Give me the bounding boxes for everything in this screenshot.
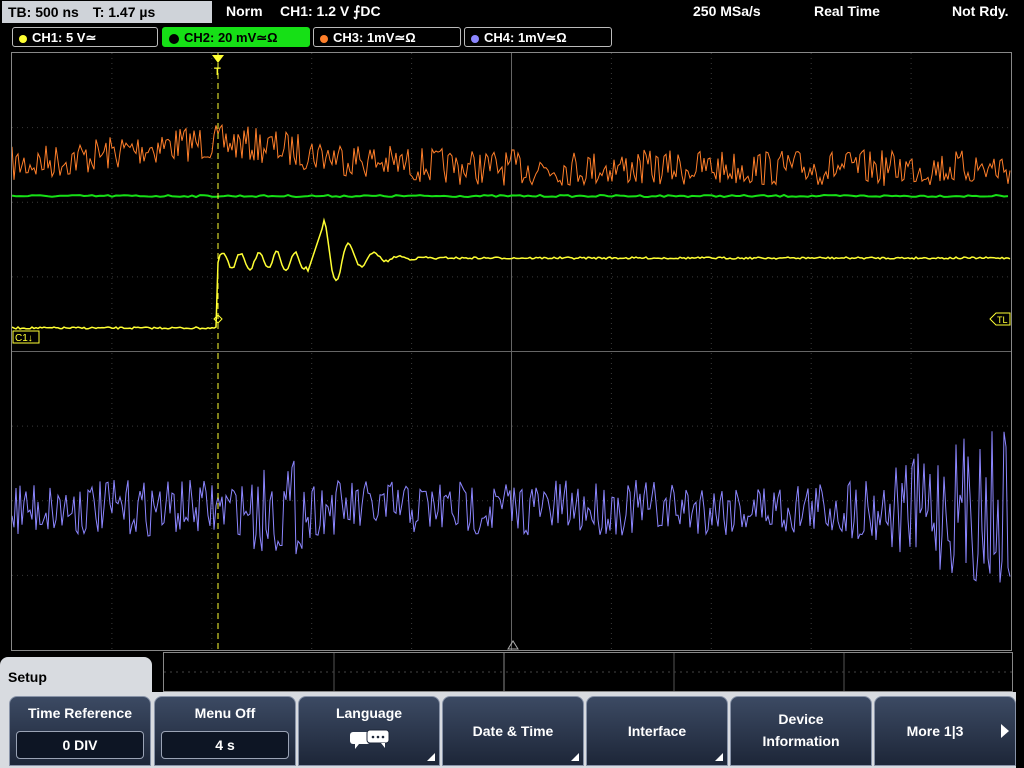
submenu-corner-icon — [715, 753, 723, 761]
interface-button[interactable]: Interface — [586, 696, 728, 766]
channel-tab-ch1[interactable]: CH1: 5 V≃ — [12, 27, 158, 47]
device-info-label-line1: Device — [778, 711, 824, 727]
graticule — [12, 53, 1011, 650]
ch4-dot-icon — [471, 34, 479, 43]
trigger-info[interactable]: CH1: 1.2 V ⨍DC — [280, 3, 381, 20]
arrow-right-icon — [1001, 724, 1009, 738]
zoom-strip-grid — [164, 653, 1012, 691]
channel-tab-ch3[interactable]: CH3: 1mV≃Ω — [313, 27, 461, 47]
menu-off-button[interactable]: Menu Off 4 s — [154, 696, 296, 766]
trigger-level-marker[interactable]: TL — [989, 312, 1011, 326]
speech-bubbles-icon — [350, 729, 390, 749]
channel-tab-ch2[interactable]: CH2: 20 mV≃Ω — [162, 27, 310, 47]
status-bar: TB: 500 ns T: 1.47 µs Norm CH1: 1.2 V ⨍D… — [0, 0, 1024, 25]
center-marker-icon — [507, 640, 519, 650]
language-button[interactable]: Language — [298, 696, 440, 766]
ch1-dot-icon — [19, 34, 27, 43]
ch1-reference-marker[interactable]: C1↓ — [12, 330, 40, 344]
date-time-label: Date & Time — [472, 723, 554, 739]
sample-rate: 250 MSa/s — [693, 3, 761, 19]
acquisition-mode: Real Time — [814, 3, 880, 19]
waveform-display[interactable]: T C1↓ TL — [11, 52, 1012, 651]
device-info-label-line2: Information — [762, 733, 840, 749]
menu-title: Setup — [8, 669, 47, 685]
trigger-level-label: TL — [997, 315, 1008, 325]
submenu-corner-icon — [571, 753, 579, 761]
more-label: More 1|3 — [906, 723, 964, 739]
waveform-canvas: T C1↓ TL — [12, 53, 1011, 650]
more-button[interactable]: More 1|3 — [874, 696, 1016, 766]
zoom-strip — [163, 652, 1013, 692]
ch1-label: CH1: 5 V≃ — [32, 30, 97, 45]
menu-off-value: 4 s — [161, 731, 289, 759]
timebase-box[interactable]: TB: 500 ns T: 1.47 µs — [2, 1, 212, 23]
trigger-mode[interactable]: Norm — [226, 3, 263, 19]
interface-label: Interface — [627, 723, 687, 739]
channel-tabs: CH1: 5 V≃ CH2: 20 mV≃Ω CH3: 1mV≃Ω CH4: 1… — [0, 26, 1024, 48]
trigger-pos-label: T — [214, 66, 221, 78]
ch1-marker-label: C1↓ — [15, 333, 33, 344]
ch4-label: CH4: 1mV≃Ω — [484, 30, 567, 45]
readiness-status: Not Rdy. — [952, 3, 1009, 19]
time-reference-value: 0 DIV — [16, 731, 144, 759]
menu-off-label: Menu Off — [194, 705, 256, 721]
submenu-corner-icon — [427, 753, 435, 761]
language-label: Language — [335, 705, 403, 721]
menu-title-tab: Setup — [0, 657, 152, 697]
device-information-button[interactable]: Device Information — [730, 696, 872, 766]
channel-tab-ch4[interactable]: CH4: 1mV≃Ω — [464, 27, 612, 47]
time-reference-label: Time Reference — [27, 705, 132, 721]
time-reference-button[interactable]: Time Reference 0 DIV — [9, 696, 151, 766]
ch2-dot-icon — [169, 33, 179, 44]
date-time-button[interactable]: Date & Time — [442, 696, 584, 766]
timebase-value: TB: 500 ns — [8, 4, 79, 20]
ch3-label: CH3: 1mV≃Ω — [333, 30, 416, 45]
trigger-time-value: T: 1.47 µs — [92, 4, 156, 20]
ch3-dot-icon — [320, 34, 328, 43]
ch2-label: CH2: 20 mV≃Ω — [184, 30, 278, 45]
ch2-waveform — [12, 193, 1009, 199]
trigger-position-marker[interactable]: T — [212, 55, 224, 78]
